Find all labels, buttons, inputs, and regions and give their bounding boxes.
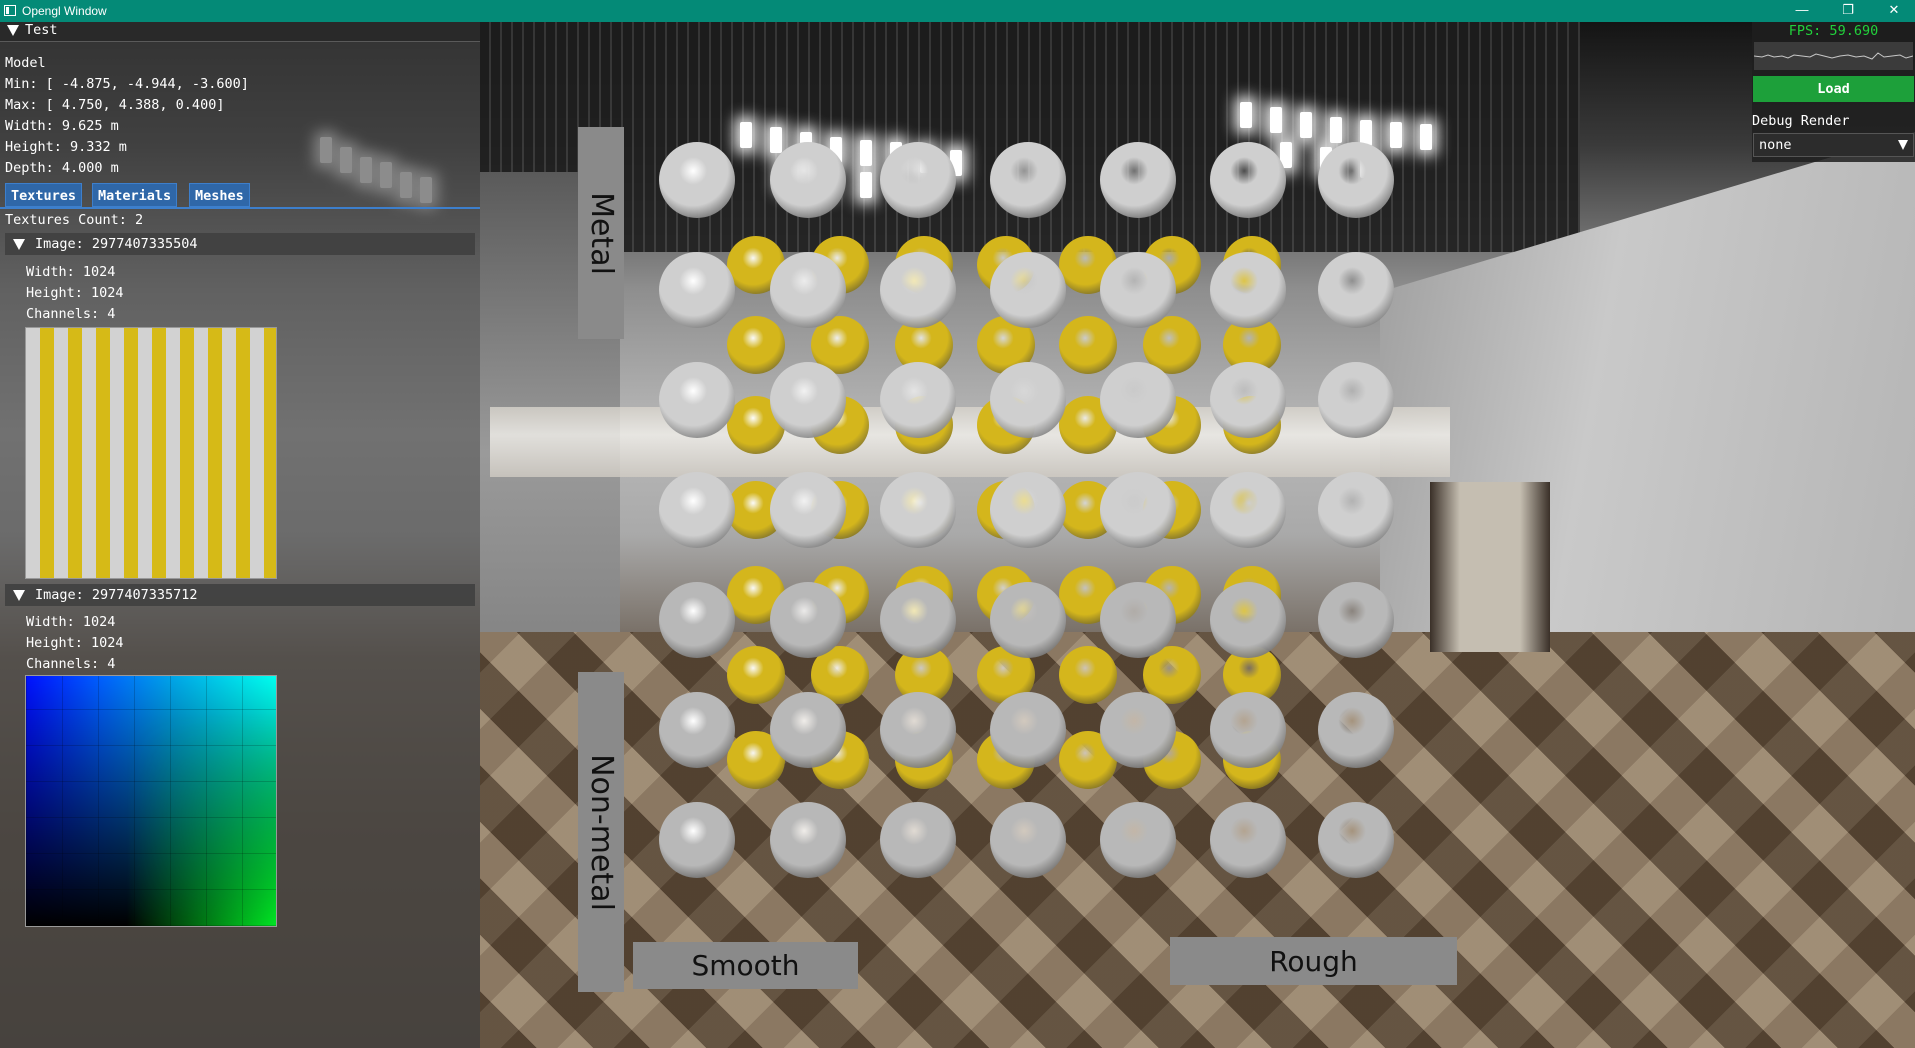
debug-render-label: Debug Render [1752, 113, 1850, 129]
model-min: Min: [ -4.875, -4.944, -3.600] [5, 76, 249, 92]
silver-sphere [1210, 252, 1286, 328]
debug-render-value: none [1759, 137, 1792, 153]
fps-graph [1754, 42, 1913, 70]
model-max: Max: [ 4.750, 4.388, 0.400] [5, 97, 225, 113]
silver-sphere [659, 472, 735, 548]
silver-sphere [1318, 802, 1394, 878]
test-window-title: Test [25, 22, 58, 38]
silver-sphere [880, 472, 956, 548]
image-header-1[interactable]: Image: 2977407335504 [5, 233, 475, 255]
silver-sphere [1100, 362, 1176, 438]
image-2-title: Image: 2977407335712 [35, 587, 198, 603]
gold-sphere [1059, 316, 1117, 374]
silver-sphere [1100, 802, 1176, 878]
silver-sphere [659, 142, 735, 218]
silver-sphere [770, 362, 846, 438]
silver-sphere [880, 582, 956, 658]
silver-sphere [990, 692, 1066, 768]
silver-sphere [1318, 472, 1394, 548]
silver-sphere [990, 472, 1066, 548]
image-1-width: Width: 1024 [26, 264, 116, 280]
textures-count: Textures Count: 2 [5, 212, 144, 228]
collapse-triangle-icon[interactable] [13, 589, 25, 601]
silver-sphere [1100, 472, 1176, 548]
silver-sphere [880, 802, 956, 878]
tab-underline [0, 207, 480, 209]
silver-sphere [1318, 582, 1394, 658]
app-icon [4, 5, 16, 16]
model-width: Width: 9.625 m [5, 118, 119, 134]
fps-counter: FPS: 59.690 [1788, 23, 1879, 39]
silver-sphere [1100, 252, 1176, 328]
silver-sphere [770, 582, 846, 658]
collapse-triangle-icon[interactable] [13, 238, 25, 250]
silver-sphere [1100, 142, 1176, 218]
silver-sphere [1210, 582, 1286, 658]
collapse-triangle-icon[interactable] [7, 24, 19, 36]
image-1-channels: Channels: 4 [26, 306, 116, 322]
image-header-2[interactable]: Image: 2977407335712 [5, 584, 475, 606]
silver-sphere [990, 252, 1066, 328]
silver-sphere [770, 692, 846, 768]
minimize-button[interactable]: — [1779, 0, 1825, 22]
silver-sphere [659, 252, 735, 328]
silver-sphere [1100, 692, 1176, 768]
silver-sphere [1318, 692, 1394, 768]
window-titlebar: Opengl Window — ❐ ✕ [0, 0, 1915, 22]
test-window-header[interactable]: Test [0, 22, 480, 42]
silver-sphere [770, 802, 846, 878]
silver-sphere [1318, 252, 1394, 328]
silver-sphere [880, 252, 956, 328]
silver-sphere [880, 362, 956, 438]
silver-sphere [990, 582, 1066, 658]
silver-sphere [1210, 802, 1286, 878]
inspector-panel: Test Model Min: [ -4.875, -4.944, -3.600… [0, 22, 480, 1048]
restore-button[interactable]: ❐ [1825, 0, 1871, 22]
silver-sphere [1318, 362, 1394, 438]
tab-meshes[interactable]: Meshes [189, 183, 250, 207]
gold-sphere [727, 646, 785, 704]
silver-sphere [880, 142, 956, 218]
texture-thumbnail-stripes [25, 327, 277, 579]
silver-sphere [1210, 692, 1286, 768]
model-height: Height: 9.332 m [5, 139, 127, 155]
image-2-channels: Channels: 4 [26, 656, 116, 672]
silver-sphere [770, 472, 846, 548]
silver-sphere [880, 692, 956, 768]
silver-sphere [1210, 142, 1286, 218]
silver-sphere [659, 362, 735, 438]
image-2-width: Width: 1024 [26, 614, 116, 630]
silver-sphere [659, 692, 735, 768]
silver-sphere [1100, 582, 1176, 658]
load-button[interactable]: Load [1753, 76, 1914, 102]
silver-sphere [659, 802, 735, 878]
silver-sphere [990, 802, 1066, 878]
tab-textures[interactable]: Textures [5, 183, 83, 207]
texture-thumbnail-gradient [25, 675, 277, 927]
window-title: Opengl Window [22, 4, 107, 18]
silver-sphere [1210, 472, 1286, 548]
stats-panel: FPS: 59.690 Load Debug Render none [1752, 22, 1915, 162]
silver-sphere [1318, 142, 1394, 218]
tab-materials[interactable]: Materials [92, 183, 178, 207]
debug-render-select[interactable]: none [1753, 133, 1914, 157]
image-1-title: Image: 2977407335504 [35, 236, 198, 252]
image-2-height: Height: 1024 [26, 635, 124, 651]
gold-sphere [1059, 646, 1117, 704]
silver-sphere [990, 362, 1066, 438]
gold-sphere [727, 316, 785, 374]
model-depth: Depth: 4.000 m [5, 160, 119, 176]
silver-sphere [990, 142, 1066, 218]
silver-sphere [770, 142, 846, 218]
image-1-height: Height: 1024 [26, 285, 124, 301]
chevron-down-icon[interactable] [1898, 140, 1908, 150]
silver-sphere [659, 582, 735, 658]
silver-sphere [1210, 362, 1286, 438]
silver-sphere [770, 252, 846, 328]
model-label: Model [5, 55, 46, 71]
close-button[interactable]: ✕ [1871, 0, 1915, 22]
